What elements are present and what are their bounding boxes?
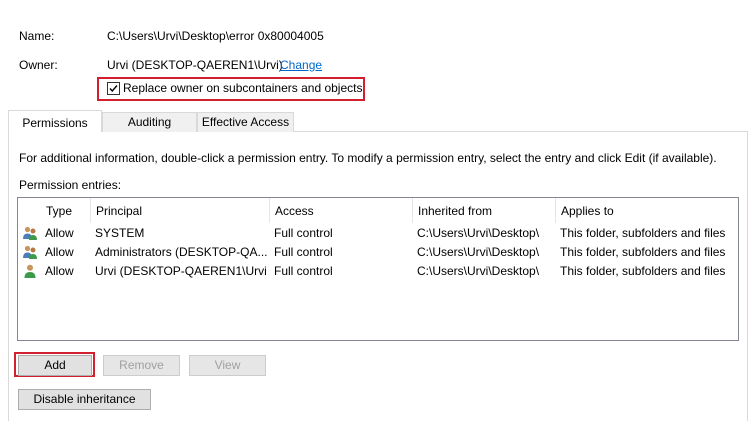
table-row[interactable]: Allow SYSTEM Full control C:\Users\Urvi\…: [18, 224, 738, 243]
name-value: C:\Users\Urvi\Desktop\error 0x80004005: [107, 29, 324, 43]
entry-type: Allow: [45, 245, 74, 259]
tab-auditing[interactable]: Auditing: [102, 112, 197, 132]
replace-owner-label[interactable]: Replace owner on subcontainers and objec…: [123, 81, 362, 95]
checkmark-icon: [109, 85, 118, 93]
tab-permissions[interactable]: Permissions: [8, 110, 102, 132]
permission-entries-list[interactable]: Type Principal Access Inherited from App…: [17, 197, 739, 341]
entry-access: Full control: [274, 226, 333, 240]
add-button[interactable]: Add: [18, 355, 92, 376]
entry-access: Full control: [274, 245, 333, 259]
info-text: For additional information, double-click…: [19, 151, 717, 165]
entry-type: Allow: [45, 264, 74, 278]
owner-value: Urvi (DESKTOP-QAEREN1\Urvi): [107, 58, 283, 72]
tab-effective-access[interactable]: Effective Access: [197, 112, 294, 132]
change-owner-link[interactable]: Change: [280, 58, 322, 72]
permission-entries-label: Permission entries:: [19, 178, 122, 192]
users-group-icon: [23, 226, 37, 240]
table-row[interactable]: Allow Urvi (DESKTOP-QAEREN1\Urvi) Full c…: [18, 262, 738, 281]
entry-inherited-from: C:\Users\Urvi\Desktop\: [417, 245, 540, 259]
owner-label: Owner:: [19, 58, 58, 72]
entry-inherited-from: C:\Users\Urvi\Desktop\: [417, 264, 540, 278]
column-header-principal[interactable]: Principal: [90, 198, 269, 223]
column-header-type[interactable]: Type: [41, 198, 90, 223]
table-row[interactable]: Allow Administrators (DESKTOP-QA... Full…: [18, 243, 738, 262]
column-header-applies-to[interactable]: Applies to: [555, 198, 738, 223]
entry-applies-to: This folder, subfolders and files: [560, 264, 726, 278]
entry-applies-to: This folder, subfolders and files: [560, 245, 726, 259]
column-header-inherited-from[interactable]: Inherited from: [412, 198, 555, 223]
users-group-icon: [23, 245, 37, 259]
entry-applies-to: This folder, subfolders and files: [560, 226, 726, 240]
replace-owner-checkbox[interactable]: [107, 82, 120, 95]
entry-type: Allow: [45, 226, 74, 240]
remove-button[interactable]: Remove: [103, 355, 180, 376]
view-button[interactable]: View: [189, 355, 266, 376]
column-header-access[interactable]: Access: [269, 198, 412, 223]
entry-principal: SYSTEM: [95, 226, 145, 240]
disable-inheritance-button[interactable]: Disable inheritance: [18, 389, 151, 410]
entry-inherited-from: C:\Users\Urvi\Desktop\: [417, 226, 540, 240]
name-label: Name:: [19, 29, 55, 43]
entry-principal: Administrators (DESKTOP-QA...: [95, 245, 267, 259]
entry-principal: Urvi (DESKTOP-QAEREN1\Urvi): [95, 264, 267, 278]
user-icon: [24, 264, 36, 278]
entry-access: Full control: [274, 264, 333, 278]
